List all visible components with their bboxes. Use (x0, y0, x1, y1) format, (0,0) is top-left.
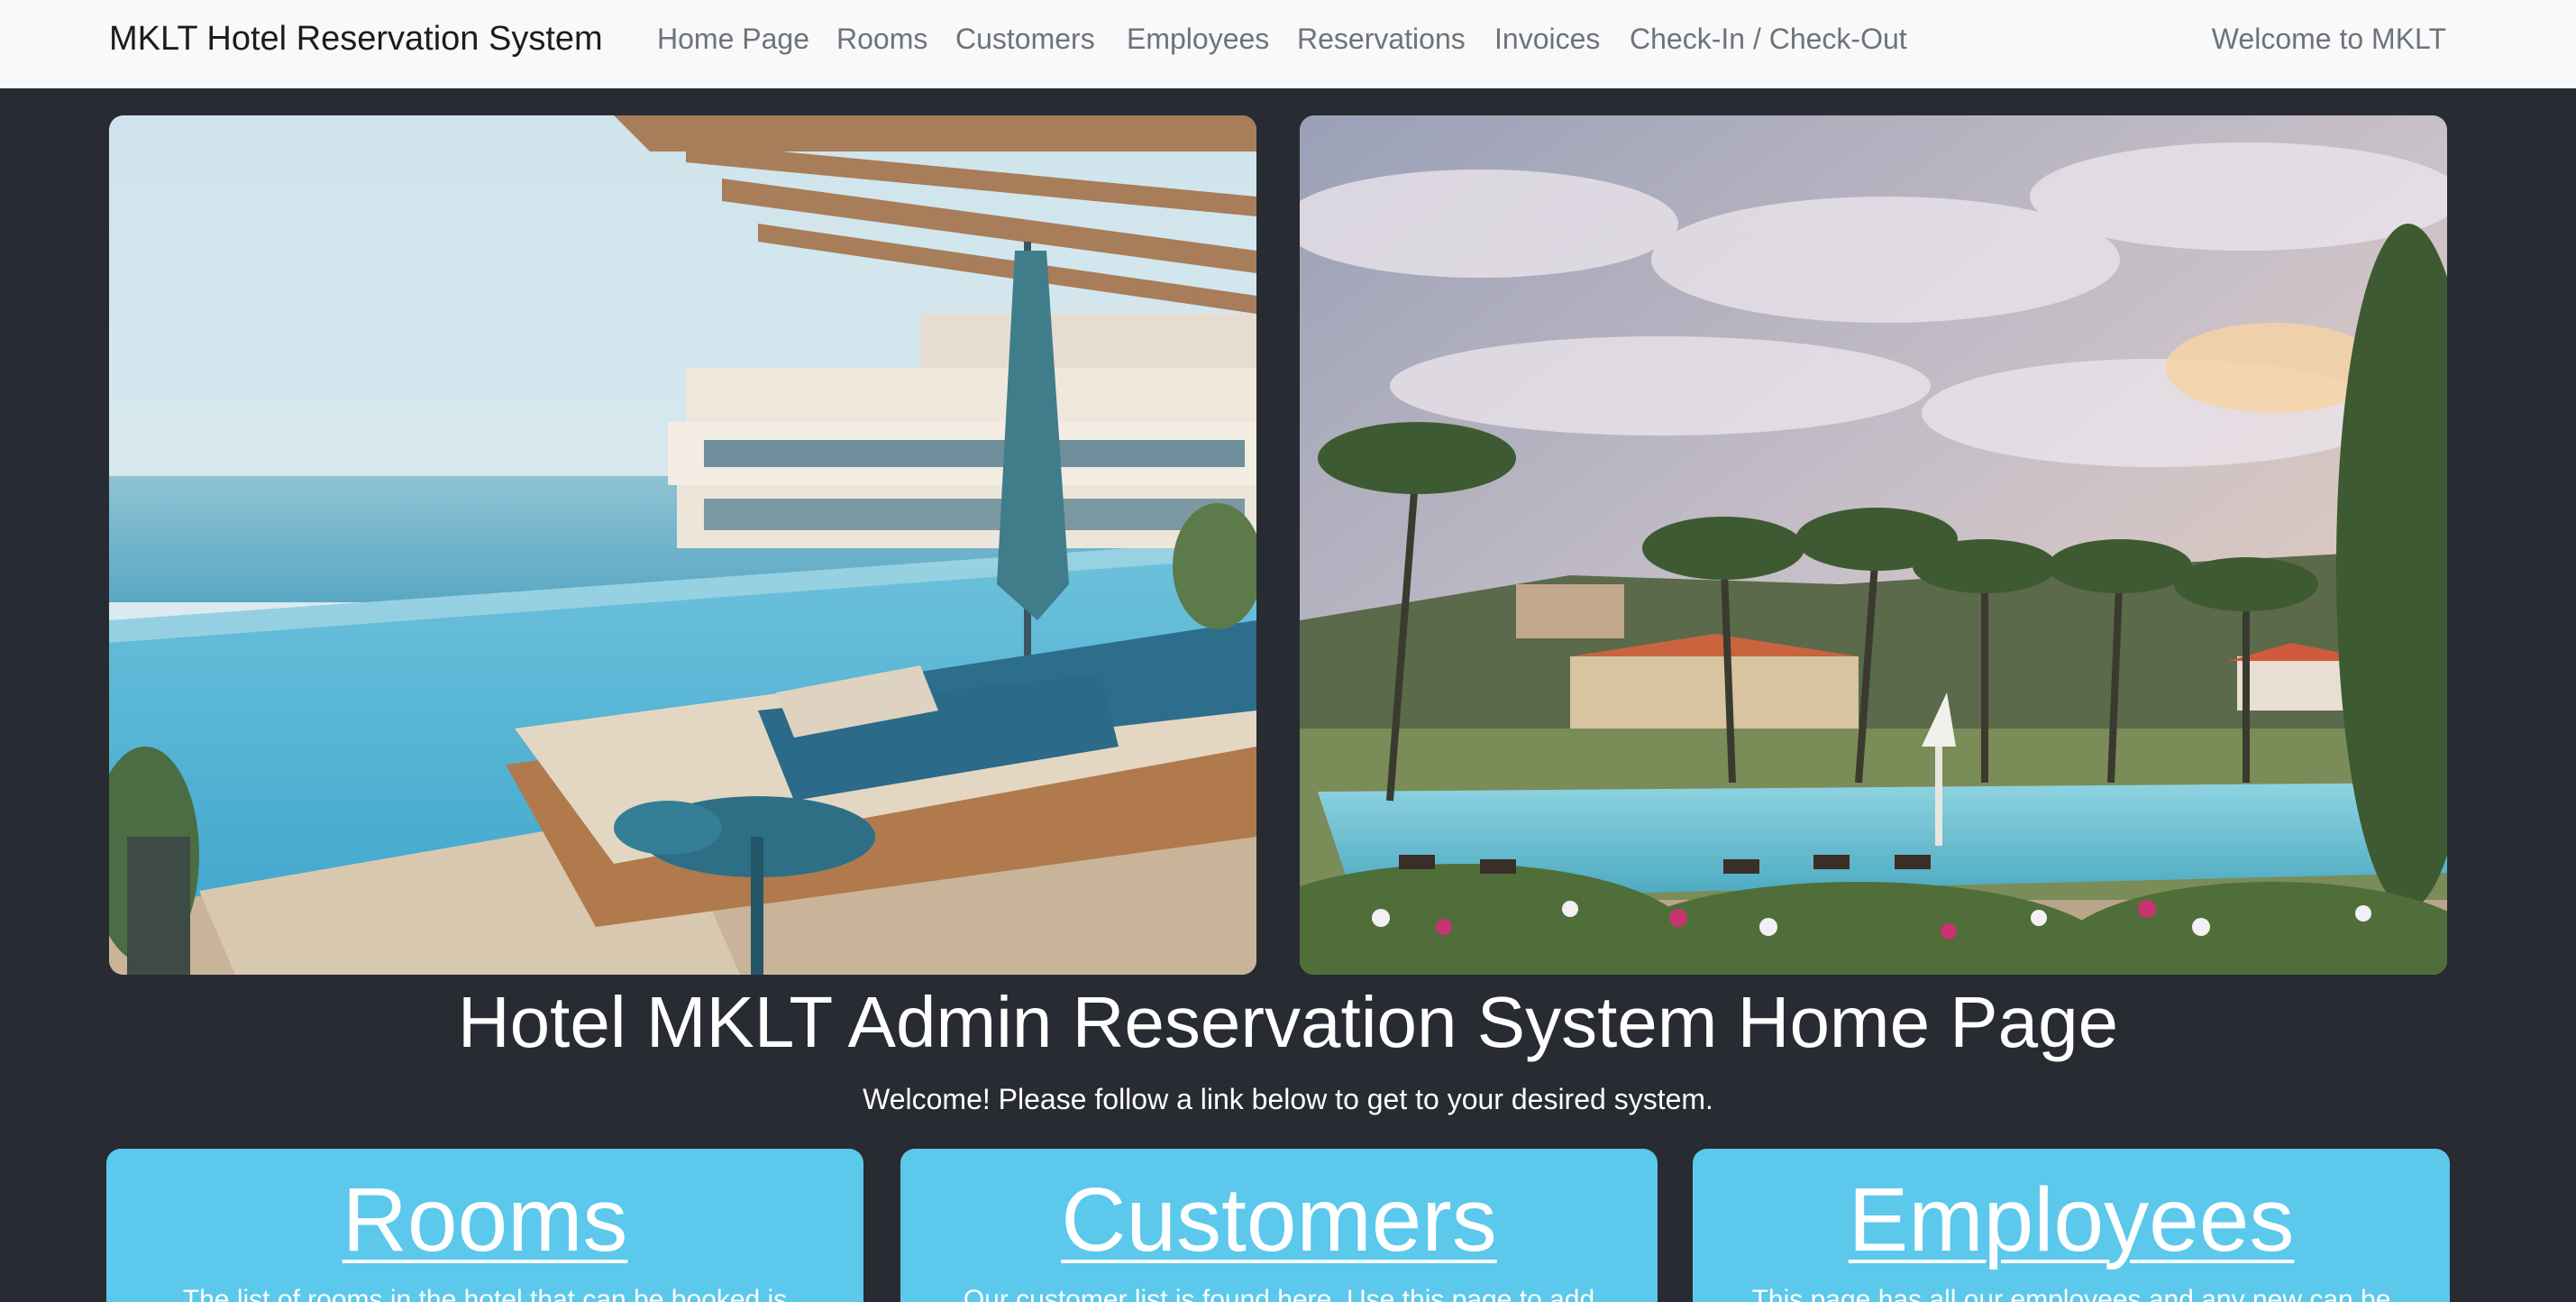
nav-customers-link[interactable]: Customers (955, 0, 1095, 78)
rooms-card-text: The list of rooms in the hotel that can … (182, 1285, 788, 1302)
nav-invoices-link[interactable]: Invoices (1494, 0, 1600, 78)
page-title: Hotel MKLT Admin Reservation System Home… (457, 982, 2119, 1062)
nav-checkin-checkout-link[interactable]: Check-In / Check-Out (1630, 0, 1907, 78)
customers-card: Customers Our customer list is found her… (900, 1149, 1658, 1302)
nav-reservations-link[interactable]: Reservations (1297, 0, 1466, 78)
top-navbar: MKLT Hotel Reservation System Home Page … (0, 0, 2576, 88)
customers-card-link[interactable]: Customers (900, 1170, 1658, 1270)
pool-terrace-photo (109, 115, 1256, 975)
employees-card: Employees This page has all our employee… (1693, 1149, 2450, 1302)
employees-card-link[interactable]: Employees (1693, 1170, 2450, 1270)
welcome-text: Welcome to MKLT (2211, 23, 2446, 55)
nav-employees-link[interactable]: Employees (1127, 0, 1269, 78)
nav-rooms-link[interactable]: Rooms (836, 0, 927, 78)
customers-card-text: Our customer list is found here. Use thi… (963, 1285, 1595, 1302)
rooms-card: Rooms The list of rooms in the hotel tha… (106, 1149, 863, 1302)
nav-home-link[interactable]: Home Page (657, 0, 809, 78)
rooms-card-link[interactable]: Rooms (106, 1170, 863, 1270)
employees-card-text: This page has all our employees and any … (1751, 1285, 2391, 1302)
page-subtitle: Welcome! Please follow a link below to g… (863, 1083, 1713, 1115)
resort-garden-photo (1300, 115, 2447, 975)
brand-link[interactable]: MKLT Hotel Reservation System (109, 0, 603, 78)
